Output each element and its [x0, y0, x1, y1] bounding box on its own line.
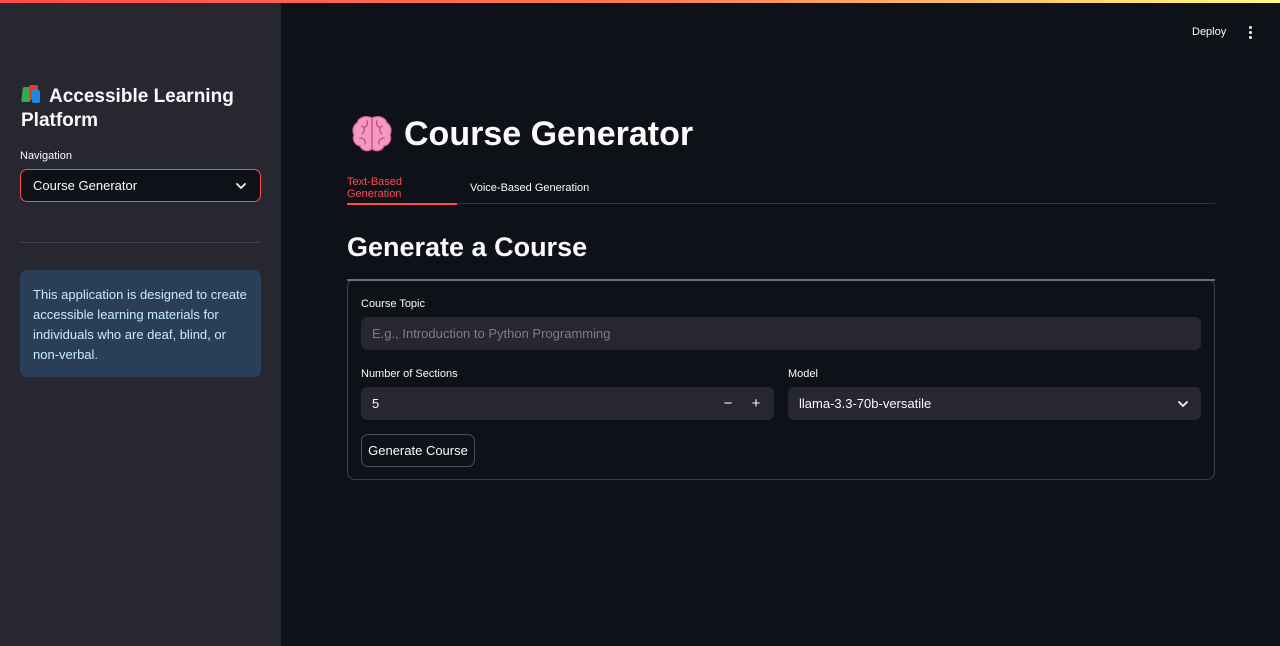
brain-icon: [352, 116, 392, 152]
deploy-button[interactable]: Deploy: [1182, 20, 1236, 44]
model-label: Model: [788, 368, 818, 380]
tab-bar: Text-Based Generation Voice-Based Genera…: [347, 172, 1215, 205]
page-title: Course Generator: [350, 110, 693, 158]
sidebar-title: Accessible Learning Platform: [21, 85, 261, 133]
form-divider: [347, 279, 1215, 281]
books-icon: [21, 85, 43, 104]
top-gradient-bar: [0, 0, 1280, 3]
navigation-select[interactable]: Course Generator: [20, 169, 261, 202]
model-select[interactable]: llama-3.3-70b-versatile: [788, 387, 1201, 420]
kebab-menu-icon[interactable]: [1240, 20, 1260, 44]
generate-course-button[interactable]: Generate Course: [361, 434, 475, 467]
tab-text-based-generation[interactable]: Text-Based Generation: [347, 172, 457, 205]
course-form: [347, 279, 1215, 480]
sections-label: Number of Sections: [361, 368, 458, 380]
navigation-selected-value: Course Generator: [33, 178, 138, 193]
sidebar-divider: [20, 242, 261, 243]
sections-value[interactable]: 5: [372, 396, 379, 411]
course-topic-label: Course Topic: [361, 298, 425, 310]
decrement-button[interactable]: −: [716, 392, 740, 416]
navigation-label: Navigation: [20, 150, 72, 162]
sidebar-title-text: Accessible Learning Platform: [21, 86, 234, 131]
tab-voice-based-generation[interactable]: Voice-Based Generation: [470, 172, 595, 204]
chevron-down-icon: [1178, 400, 1188, 407]
sidebar: Accessible Learning Platform Navigation …: [0, 0, 281, 646]
increment-button[interactable]: +: [744, 392, 768, 416]
page-title-text: Course Generator: [404, 114, 694, 153]
chevron-down-icon: [236, 182, 246, 189]
section-title: Generate a Course: [347, 232, 588, 262]
sections-stepper: − +: [716, 392, 768, 416]
info-box: This application is designed to create a…: [20, 270, 261, 377]
sections-number-input[interactable]: 5 − +: [361, 387, 774, 420]
course-topic-input[interactable]: E.g., Introduction to Python Programming: [361, 317, 1201, 350]
model-selected-value: llama-3.3-70b-versatile: [799, 396, 932, 411]
